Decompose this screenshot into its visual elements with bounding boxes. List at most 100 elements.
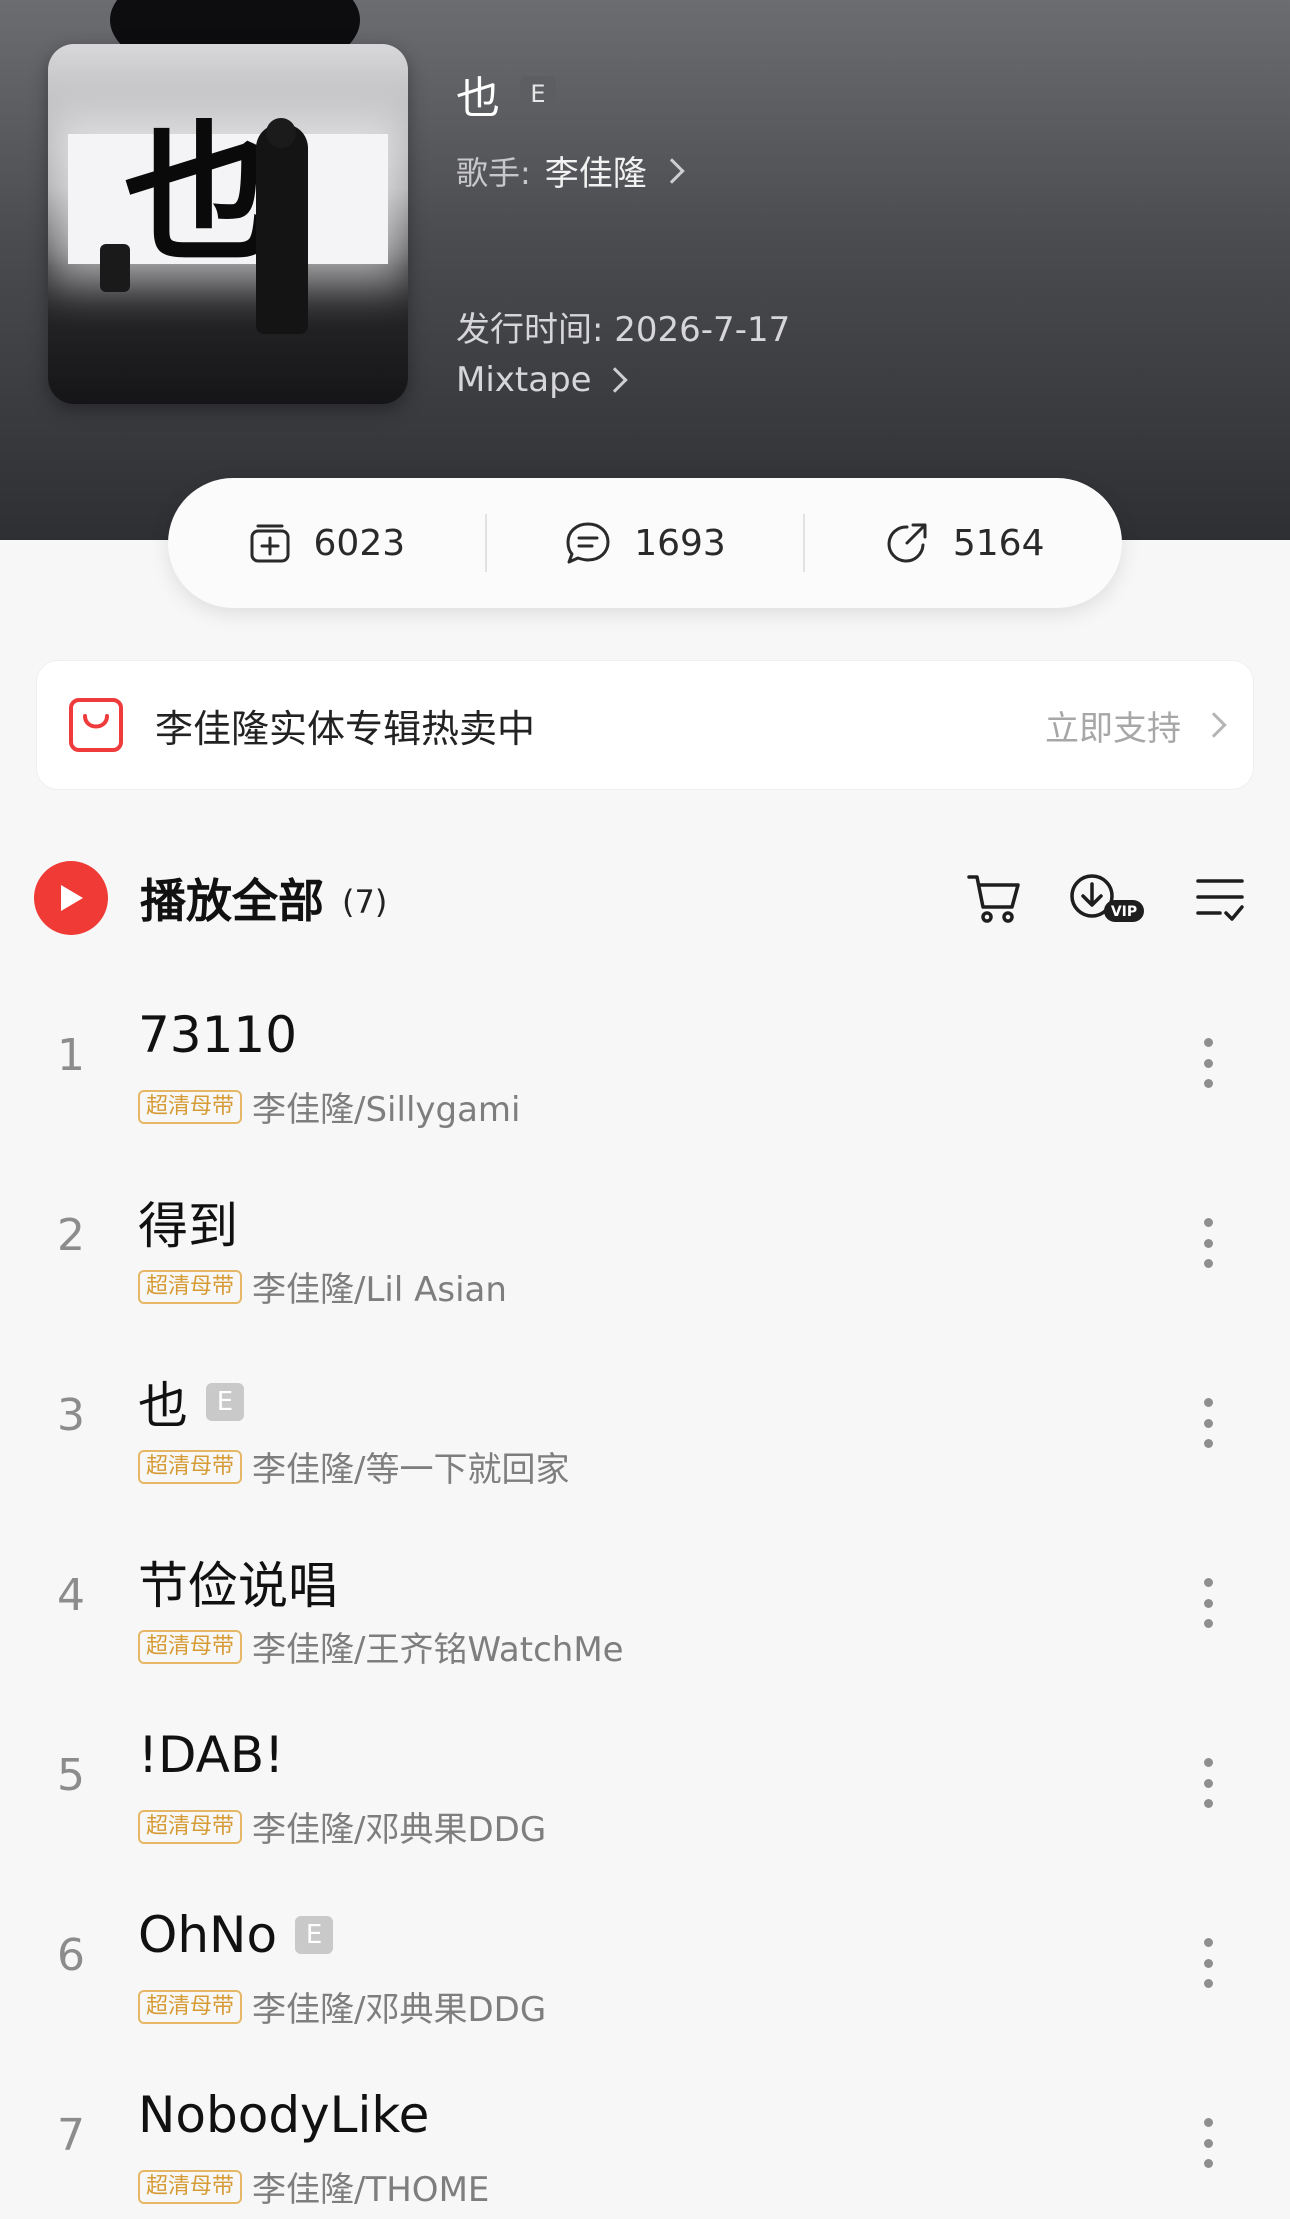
play-all-button[interactable] <box>34 861 108 935</box>
track-artists: 李佳隆/Lil Asian <box>252 1270 507 1310</box>
track-artists: 李佳隆/王齐铭WatchMe <box>252 1630 624 1670</box>
track-number: 3 <box>57 1390 85 1441</box>
dot <box>1203 1619 1213 1628</box>
cover-figure <box>256 124 308 334</box>
chevron-right-icon <box>601 367 628 393</box>
comments-button[interactable]: 1693 <box>487 478 804 608</box>
toolbar-icons: VIP <box>966 870 1246 926</box>
dot <box>1203 2159 1213 2168</box>
dot <box>1203 1938 1213 1947</box>
track-title: 得到 <box>138 1197 238 1255</box>
album-header: 也 也 E 歌手: 李佳隆 发行时间: 2026-7-17 Mixtape <box>0 0 1290 540</box>
collect-count: 6023 <box>313 522 406 564</box>
track-title: !DAB! <box>138 1726 285 1784</box>
more-vertical-icon[interactable] <box>1200 2118 1216 2168</box>
download-vip-icon[interactable]: VIP <box>1068 870 1148 926</box>
quality-badge: 超清母带 <box>138 2169 243 2204</box>
track-artists: 李佳隆/Sillygami <box>252 1090 521 1130</box>
cover-figure-head <box>266 118 296 148</box>
more-vertical-icon[interactable] <box>1200 1038 1216 1088</box>
album-cover[interactable]: 也 <box>48 44 408 404</box>
dot <box>1203 2118 1213 2127</box>
track-artists: 李佳隆/邓典果DDG <box>252 1990 547 2030</box>
track-row[interactable]: 4 节俭说唱 超清母带 李佳隆/王齐铭WatchMe <box>0 1520 1290 1700</box>
track-subtitle: 超清母带 李佳隆/王齐铭WatchMe <box>138 1622 624 1671</box>
track-subtitle: 超清母带 李佳隆/邓典果DDG <box>138 1982 546 2031</box>
more-vertical-icon[interactable] <box>1200 1398 1216 1448</box>
promo-text: 李佳隆实体专辑热卖中 <box>155 706 536 751</box>
promo-banner[interactable]: 李佳隆实体专辑热卖中 立即支持 <box>36 660 1254 790</box>
track-title: 也 <box>138 1377 188 1435</box>
more-vertical-icon[interactable] <box>1200 1938 1216 1988</box>
dot <box>1203 1758 1213 1767</box>
artist-label: 歌手: <box>456 153 531 192</box>
shopping-bag-icon <box>69 698 123 752</box>
track-subtitle: 超清母带 李佳隆/Sillygami <box>138 1082 521 1131</box>
track-subtitle: 超清母带 李佳隆/邓典果DDG <box>138 1802 546 1851</box>
dot <box>1203 1058 1213 1068</box>
track-artists: 李佳隆/等一下就回家 <box>252 1450 570 1490</box>
track-subtitle: 超清母带 李佳隆/等一下就回家 <box>138 1442 569 1491</box>
quality-badge: 超清母带 <box>138 1449 243 1484</box>
track-count: (7) <box>342 883 388 921</box>
explicit-badge: E <box>520 76 556 112</box>
cover-title-glyph: 也 <box>124 108 275 282</box>
track-number: 2 <box>57 1210 85 1261</box>
quality-badge: 超清母带 <box>138 1989 243 2024</box>
album-type: Mixtape <box>456 360 592 400</box>
track-row[interactable]: 2 得到 超清母带 李佳隆/Lil Asian <box>0 1160 1290 1340</box>
explicit-badge: E <box>295 1916 334 1954</box>
track-title-row: 73110 <box>138 1006 297 1064</box>
dot <box>1203 1958 1213 1968</box>
share-button[interactable]: 5164 <box>805 478 1122 608</box>
track-title: OhNo <box>138 1906 278 1964</box>
dot <box>1203 1979 1213 1988</box>
track-row[interactable]: 3 也 E 超清母带 李佳隆/等一下就回家 <box>0 1340 1290 1520</box>
play-all-label[interactable]: 播放全部 <box>140 865 324 931</box>
track-artists: 李佳隆/THOME <box>252 2170 490 2210</box>
track-title-row: 节俭说唱 <box>138 1546 338 1618</box>
track-title: NobodyLike <box>138 2086 430 2144</box>
track-row[interactable]: 7 NobodyLike 超清母带 李佳隆/THOME <box>0 2060 1290 2219</box>
dot <box>1203 1079 1213 1088</box>
collect-button[interactable]: 6023 <box>168 478 485 608</box>
promo-support-link[interactable]: 立即支持 <box>1045 701 1181 750</box>
chevron-right-icon <box>1201 712 1227 738</box>
explicit-badge: E <box>206 1383 244 1421</box>
list-manage-icon[interactable] <box>1194 873 1246 923</box>
album-title: 也 <box>456 73 500 124</box>
dot <box>1203 1418 1213 1428</box>
track-number: 7 <box>57 2110 85 2161</box>
track-row[interactable]: 6 OhNo E 超清母带 李佳隆/邓典果DDG <box>0 1880 1290 2060</box>
track-row[interactable]: 5 !DAB! 超清母带 李佳隆/邓典果DDG <box>0 1700 1290 1880</box>
dot <box>1203 1578 1213 1587</box>
svg-text:VIP: VIP <box>1111 904 1137 920</box>
quality-badge: 超清母带 <box>138 1269 243 1304</box>
track-number: 5 <box>57 1750 85 1801</box>
shares-count: 5164 <box>952 522 1045 564</box>
dot <box>1203 1598 1213 1608</box>
dot <box>1203 1038 1213 1047</box>
comments-count: 1693 <box>634 522 726 564</box>
track-subtitle: 超清母带 李佳隆/Lil Asian <box>138 1262 507 1311</box>
track-title-row: NobodyLike <box>138 2086 429 2144</box>
track-row[interactable]: 1 73110 超清母带 李佳隆/Sillygami <box>0 980 1290 1160</box>
quality-badge: 超清母带 <box>138 1629 243 1664</box>
track-title: 73110 <box>138 1006 298 1064</box>
more-vertical-icon[interactable] <box>1200 1578 1216 1628</box>
album-type-link[interactable]: Mixtape <box>456 360 628 400</box>
quality-badge: 超清母带 <box>138 1809 243 1844</box>
dot <box>1203 2138 1213 2148</box>
track-title-row: 也 E <box>138 1366 244 1438</box>
shopping-cart-icon[interactable] <box>966 871 1022 925</box>
track-number: 6 <box>57 1930 85 1981</box>
dot <box>1203 1439 1213 1448</box>
collect-add-icon <box>250 524 290 563</box>
comment-icon <box>566 522 610 564</box>
dot <box>1203 1238 1213 1248</box>
more-vertical-icon[interactable] <box>1200 1218 1216 1268</box>
artist-link[interactable]: 歌手: 李佳隆 <box>456 146 685 195</box>
more-vertical-icon[interactable] <box>1200 1758 1216 1808</box>
track-list: 1 73110 超清母带 李佳隆/Sillygami 2 得到 超清母带 李佳隆… <box>0 980 1290 2219</box>
track-artists: 李佳隆/邓典果DDG <box>252 1810 547 1850</box>
